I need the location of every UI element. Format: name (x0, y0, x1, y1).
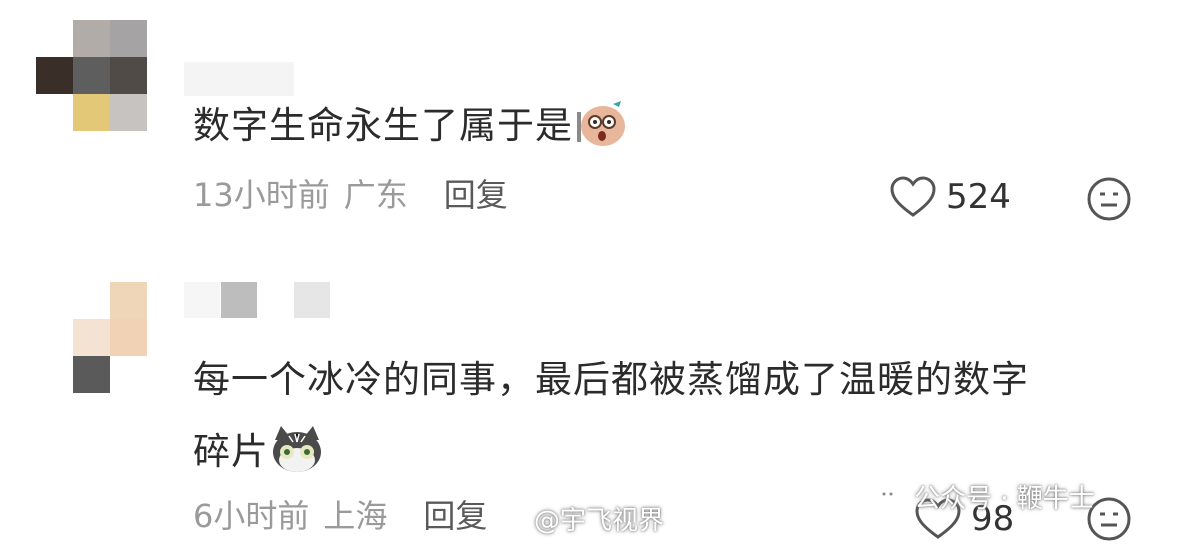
comment-time: 6小时前 (193, 497, 310, 535)
like-button[interactable]: 524 (890, 176, 1011, 218)
neutral-face-icon[interactable] (1086, 176, 1132, 222)
avatar[interactable] (36, 20, 148, 132)
like-count: 524 (946, 177, 1011, 217)
comment-location: 上海 (323, 497, 388, 535)
weibo-watermark-text: @宇飞视界 (534, 506, 665, 536)
wechat-watermark-text: 公众号 · 鞭牛士 (914, 484, 1095, 514)
weibo-logo-icon (496, 508, 528, 531)
comment-meta: 13小时前 广东 回复 (193, 175, 522, 215)
cat-sticker-emoji (273, 426, 321, 472)
comment-text-content: 碎片 (193, 430, 269, 473)
weibo-watermark: @宇飞视界 (496, 500, 664, 537)
comment-time: 13小时前 (193, 176, 330, 214)
username[interactable] (184, 282, 334, 318)
reply-button[interactable]: 回复 (423, 497, 487, 535)
reply-button[interactable]: 回复 (444, 176, 508, 214)
wechat-logo-icon (878, 486, 906, 507)
heart-icon (890, 176, 936, 217)
wechat-watermark: 公众号 · 鞭牛士 (876, 478, 1095, 515)
avatar[interactable] (36, 282, 148, 394)
comment-item: 数字生命永生了属于是 13小时前 广东 回复 524 (0, 0, 1179, 260)
comment-meta: 6小时前 上海 回复 (193, 496, 501, 536)
shocked-sticker-emoji (577, 101, 625, 146)
comment-location: 广东 (343, 176, 408, 214)
comment-text: 每一个冰冷的同事，最后都被蒸馏成了温暖的数字 碎片 (193, 344, 1029, 488)
comment-text-line: 每一个冰冷的同事，最后都被蒸馏成了温暖的数字 (193, 358, 1029, 401)
comment-text-content: 数字生命永生了属于是 (193, 104, 573, 147)
comment-text: 数字生命永生了属于是 (193, 90, 629, 162)
